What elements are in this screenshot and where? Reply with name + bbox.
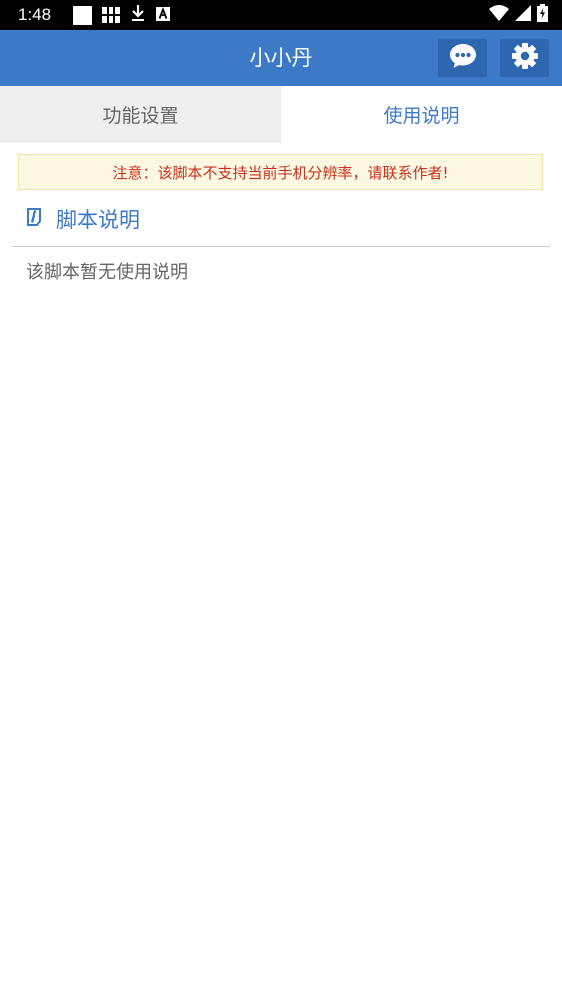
status-bar: 1:48 — [0, 0, 562, 30]
section-title: 脚本说明 — [56, 208, 140, 232]
tab-bar: 功能设置 使用说明 — [0, 86, 562, 143]
section-header: 脚本说明 — [24, 203, 140, 235]
info-icon — [24, 207, 44, 232]
resolution-warning-banner: 注意：该脚本不支持当前手机分辨率，请联系作者! — [18, 154, 543, 190]
status-bar-left: 1:48 — [18, 4, 171, 26]
status-bar-right — [489, 4, 548, 26]
section-divider — [12, 246, 550, 247]
app-bar: 小小丹 — [0, 30, 562, 86]
download-icon — [130, 4, 146, 26]
wifi-icon — [489, 5, 509, 25]
tab-usage-instructions[interactable]: 使用说明 — [281, 86, 562, 143]
chat-button[interactable] — [438, 39, 487, 77]
battery-charging-icon — [537, 4, 548, 26]
status-time: 1:48 — [18, 5, 52, 24]
warning-text: 注意：该脚本不支持当前手机分辨率，请联系作者! — [112, 163, 449, 182]
chat-bubble-icon — [449, 43, 477, 73]
usage-description: 该脚本暂无使用说明 — [26, 262, 188, 283]
a-badge-icon — [156, 6, 171, 25]
white-square-icon — [73, 5, 93, 25]
gear-icon — [511, 42, 539, 74]
tab-function-settings[interactable]: 功能设置 — [0, 86, 281, 143]
grid-icon — [102, 7, 121, 23]
settings-button[interactable] — [500, 39, 549, 77]
signal-icon — [515, 5, 531, 25]
